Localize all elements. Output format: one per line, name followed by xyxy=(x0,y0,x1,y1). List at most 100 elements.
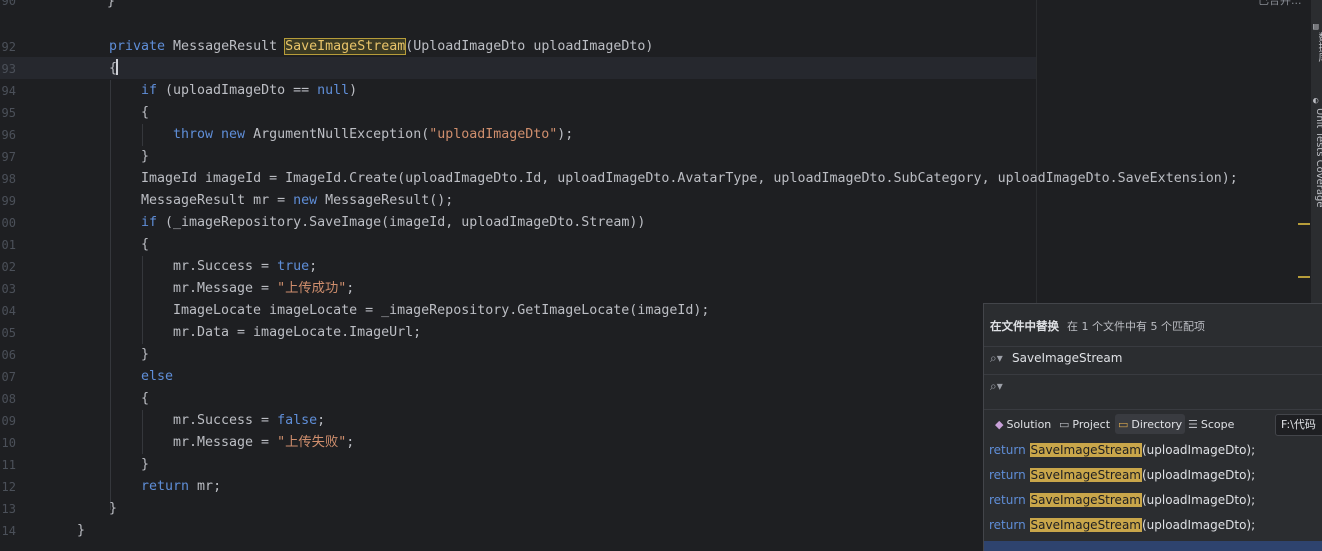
line-number: 04 xyxy=(1,304,16,318)
code-token: mr.Success = xyxy=(173,413,278,428)
result-rest: (uploadImageDto); xyxy=(1142,443,1256,457)
unit-tests-coverage-tab[interactable]: Unit Tests Coverage xyxy=(1314,108,1322,208)
result-rest: (uploadImageDto); xyxy=(1142,493,1256,507)
code-token: ; xyxy=(317,413,326,428)
database-icon[interactable]: ▤ xyxy=(1313,22,1321,32)
code-token: if xyxy=(141,83,158,98)
code-token: ; xyxy=(346,281,355,296)
match-count: 在 1 个文件中有 5 个匹配项 xyxy=(1067,320,1205,333)
line-number: 05 xyxy=(1,326,16,340)
replace-row[interactable]: ⌕▾ xyxy=(984,374,1322,400)
code-line: if (uploadImageDto == null) xyxy=(141,80,357,102)
code-token: ImageId imageId = ImageId.Create(uploadI… xyxy=(141,171,1238,186)
code-token: "uploadImageDto" xyxy=(429,127,558,142)
search-icon[interactable]: ⌕▾ xyxy=(990,351,1003,366)
result-match: SaveImageStream xyxy=(1029,493,1142,507)
code-line: throw new ArgumentNullException("uploadI… xyxy=(173,124,573,146)
code-line: { xyxy=(109,58,119,80)
code-token: ImageLocate imageLocate = _imageReposito… xyxy=(173,303,710,318)
line-number: 12 xyxy=(1,480,16,494)
directory-path-input[interactable]: F:\代码 xyxy=(1275,414,1322,436)
code-token: } xyxy=(109,501,118,516)
line-number: 96 xyxy=(1,128,16,142)
tab-scope[interactable]: ☰ Scope xyxy=(1185,414,1237,434)
code-token: return xyxy=(141,479,190,494)
code-token: new xyxy=(221,127,246,142)
code-token: { xyxy=(141,237,150,252)
line-number: 06 xyxy=(1,348,16,362)
code-token: mr.Message = xyxy=(173,281,278,296)
line-number: 90 xyxy=(1,0,16,8)
code-token: new xyxy=(293,193,318,208)
result-match: SaveImageStream xyxy=(1029,518,1142,532)
code-line: else xyxy=(141,366,173,388)
find-in-files-panel: 在文件中替换 在 1 个文件中有 5 个匹配项 ⌕▾ SaveImageStre… xyxy=(983,303,1322,551)
replace-search-icon[interactable]: ⌕▾ xyxy=(990,379,1003,394)
code-token: mr.Message = xyxy=(173,435,278,450)
result-row[interactable]: return SaveImageStream(uploadImageDto); xyxy=(989,518,1255,538)
code-token: true xyxy=(277,259,310,274)
code-token: false xyxy=(277,413,318,428)
line-number: 00 xyxy=(1,216,16,230)
line-number: 08 xyxy=(1,392,16,406)
code-token: ; xyxy=(309,259,318,274)
line-number: 02 xyxy=(1,260,16,274)
search-match-marker[interactable] xyxy=(1298,276,1310,278)
code-token: } xyxy=(141,347,150,362)
code-line: ImageId imageId = ImageId.Create(uploadI… xyxy=(141,168,1238,190)
code-token: ); xyxy=(557,127,574,142)
code-token: null xyxy=(317,83,350,98)
code-line: mr.Message = "上传失败"; xyxy=(173,432,354,454)
line-number: 92 xyxy=(1,40,16,54)
result-keyword: return xyxy=(989,518,1026,532)
tab-directory[interactable]: ▭ Directory xyxy=(1115,414,1186,434)
code-token: } xyxy=(77,523,86,538)
tab-label: Solution xyxy=(1006,417,1052,431)
status-label: 已合并... xyxy=(1258,0,1302,7)
code-token: MessageResult xyxy=(165,39,286,54)
code-line: private MessageResult SaveImageStream(Up… xyxy=(109,36,653,58)
project-icon: ▭ xyxy=(1059,417,1070,431)
tab-label: Project xyxy=(1072,417,1111,431)
tab-project[interactable]: ▭ Project xyxy=(1056,414,1113,434)
code-line: mr.Success = true; xyxy=(173,256,317,278)
code-token: ; xyxy=(346,435,355,450)
code-line: { xyxy=(141,388,149,410)
tab-label: Directory xyxy=(1131,417,1183,431)
result-row[interactable]: return SaveImageStream(uploadImageDto); xyxy=(989,493,1255,513)
line-number: 95 xyxy=(1,106,16,120)
search-input[interactable]: SaveImageStream xyxy=(1012,351,1122,365)
line-number: 14 xyxy=(1,524,16,538)
database-tool-tab[interactable]: 数据库 xyxy=(1314,32,1322,62)
code-line: } xyxy=(141,146,149,168)
code-token: throw xyxy=(173,127,214,142)
code-line: } xyxy=(141,454,149,476)
result-keyword: return xyxy=(989,493,1026,507)
indent-guide xyxy=(142,256,143,344)
line-number: 98 xyxy=(1,172,16,186)
line-number: 94 xyxy=(1,84,16,98)
line-number: 01 xyxy=(1,238,16,252)
coverage-icon[interactable]: ◐ xyxy=(1313,96,1321,106)
solution-icon: ◆ xyxy=(995,417,1004,431)
result-row[interactable]: return SaveImageStream(uploadImageDto); xyxy=(989,443,1255,463)
scope-icon: ☰ xyxy=(1188,417,1198,431)
search-match-marker[interactable] xyxy=(1298,223,1310,225)
code-token: "上传失败" xyxy=(277,435,347,450)
code-line: } xyxy=(107,0,115,13)
search-row[interactable]: ⌕▾ SaveImageStream xyxy=(984,346,1322,372)
result-row[interactable]: return SaveImageStream(uploadImageDto); xyxy=(989,468,1255,488)
code-token: mr; xyxy=(189,479,222,494)
result-keyword: return xyxy=(989,468,1026,482)
result-keyword: return xyxy=(989,443,1026,457)
line-number: 03 xyxy=(1,282,16,296)
indent-guide xyxy=(142,124,143,146)
result-rest: (uploadImageDto); xyxy=(1142,518,1256,532)
code-line: { xyxy=(141,102,149,124)
code-line: if (_imageRepository.SaveImage(imageId, … xyxy=(141,212,645,234)
code-token: } xyxy=(141,457,150,472)
folder-icon: ▭ xyxy=(1118,417,1129,431)
tab-solution[interactable]: ◆ Solution xyxy=(992,414,1054,434)
line-number: 97 xyxy=(1,150,16,164)
